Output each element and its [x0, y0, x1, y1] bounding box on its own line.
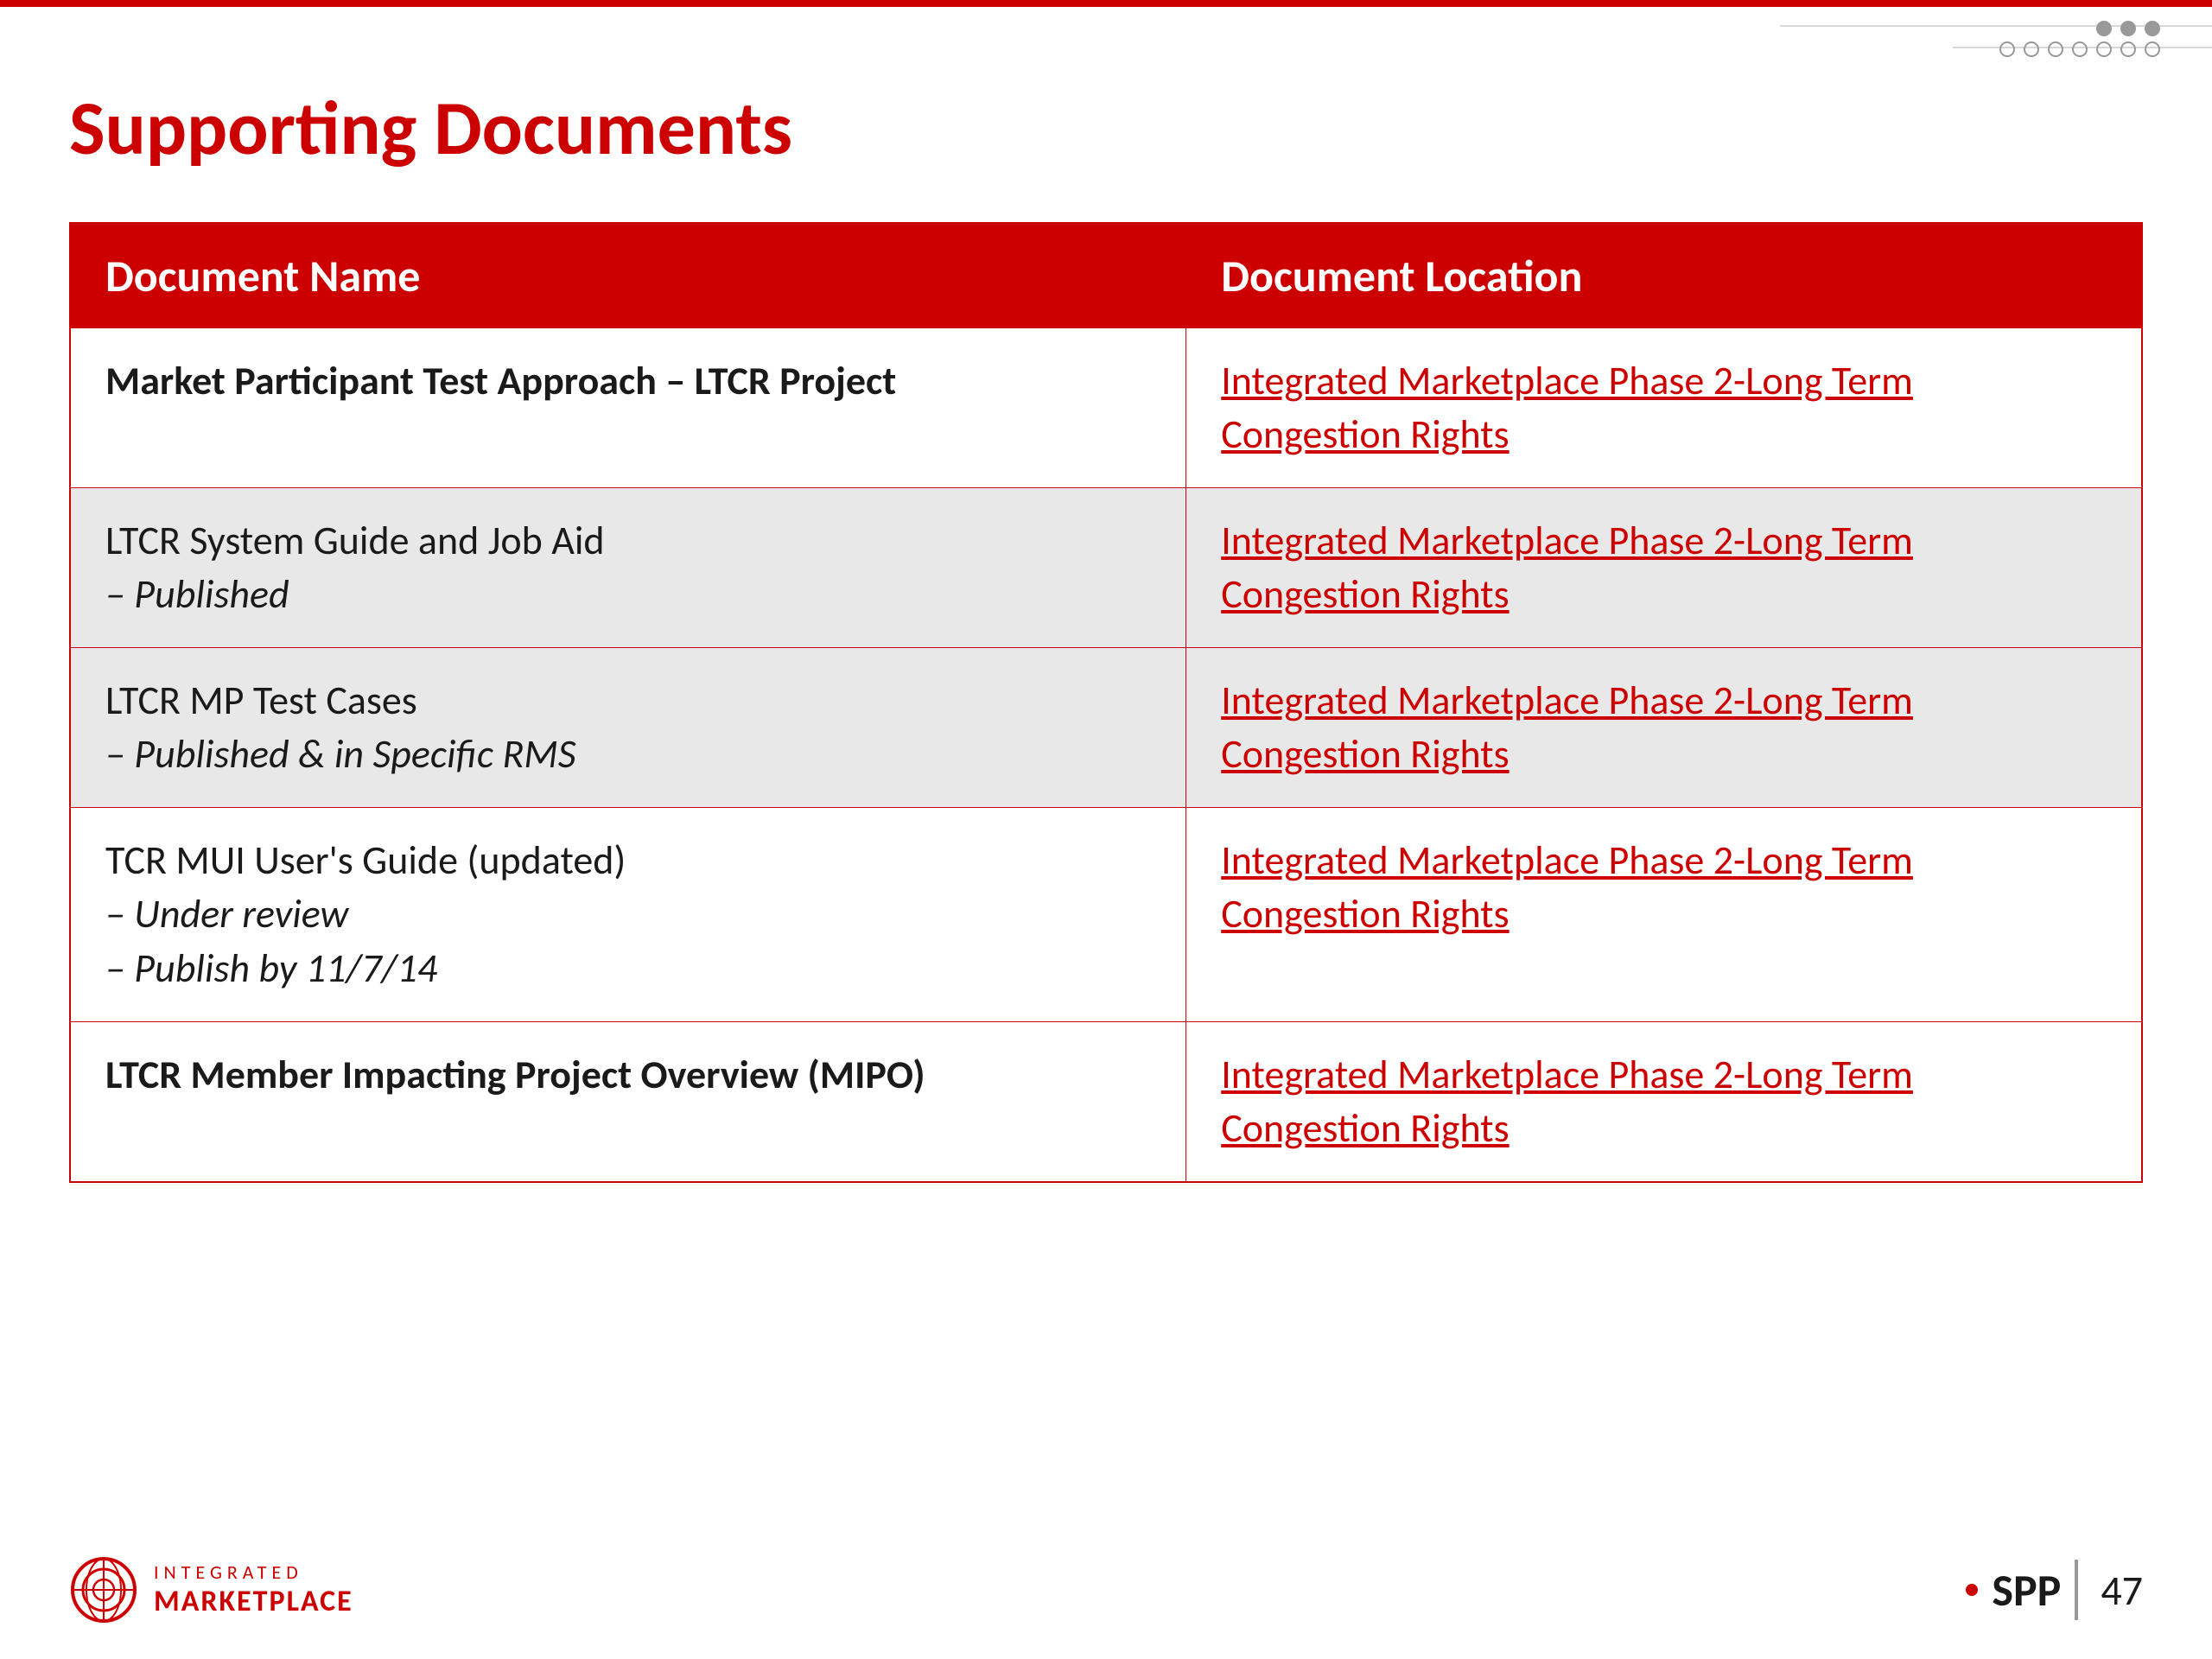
doc-location-cell[interactable]: Integrated Marketplace Phase 2-Long Term… [1186, 327, 2142, 487]
nav-dot [2120, 41, 2136, 57]
main-content: Supporting Documents Document Name Docum… [69, 86, 2143, 1486]
doc-name-text: LTCR Member Impacting Project Overview (… [105, 1048, 1151, 1102]
nav-dot [2048, 41, 2063, 57]
doc-link[interactable]: Integrated Marketplace Phase 2-Long Term… [1221, 674, 2107, 781]
nav-dots-row1 [2096, 21, 2160, 36]
doc-name-cell: TCR MUI User's Guide (updated)– Under re… [70, 808, 1186, 1021]
nav-dot [2096, 41, 2112, 57]
table-row: LTCR System Guide and Job Aid– Published… [70, 487, 2142, 647]
nav-dots-container [1999, 21, 2160, 57]
integrated-marketplace-icon [69, 1555, 138, 1624]
doc-name-cell: LTCR MP Test Cases– Published & in Speci… [70, 648, 1186, 808]
table-row: TCR MUI User's Guide (updated)– Under re… [70, 808, 2142, 1021]
col-header-doc-location: Document Location [1186, 223, 2142, 328]
doc-link[interactable]: Integrated Marketplace Phase 2-Long Term… [1221, 514, 2107, 621]
col-header-doc-name: Document Name [70, 223, 1186, 328]
nav-dot [1999, 41, 2015, 57]
doc-name-text: LTCR MP Test Cases– Published & in Speci… [105, 674, 1151, 781]
doc-link[interactable]: Integrated Marketplace Phase 2-Long Term… [1221, 354, 2107, 461]
im-logo-bottom-text: MARKETPLACE [154, 1584, 353, 1619]
table-header-row: Document Name Document Location [70, 223, 2142, 328]
nav-dot [2145, 41, 2160, 57]
nav-dot [2145, 21, 2160, 36]
table-row: LTCR MP Test Cases– Published & in Speci… [70, 648, 2142, 808]
nav-dots-row2 [1999, 41, 2160, 57]
doc-name-cell: LTCR System Guide and Job Aid– Published [70, 487, 1186, 647]
im-logo: INTEGRATED MARKETPLACE [69, 1555, 353, 1624]
doc-location-cell[interactable]: Integrated Marketplace Phase 2-Long Term… [1186, 808, 2142, 1021]
nav-dot [2096, 21, 2112, 36]
doc-name-cell: Market Participant Test Approach – LTCR … [70, 327, 1186, 487]
page-number: 47 [2101, 1565, 2143, 1616]
doc-location-cell[interactable]: Integrated Marketplace Phase 2-Long Term… [1186, 1021, 2142, 1182]
doc-location-cell[interactable]: Integrated Marketplace Phase 2-Long Term… [1186, 487, 2142, 647]
im-logo-top-text: INTEGRATED [154, 1560, 353, 1584]
doc-link[interactable]: Integrated Marketplace Phase 2-Long Term… [1221, 834, 2107, 941]
doc-name-text: Market Participant Test Approach – LTCR … [105, 354, 1151, 408]
nav-dot [2120, 21, 2136, 36]
spp-label: SPP [1992, 1562, 2061, 1618]
im-logo-text: INTEGRATED MARKETPLACE [154, 1560, 353, 1619]
spp-divider [2075, 1560, 2078, 1620]
nav-dot [2072, 41, 2088, 57]
spp-dot-icon [1966, 1584, 1978, 1596]
doc-location-cell[interactable]: Integrated Marketplace Phase 2-Long Term… [1186, 648, 2142, 808]
spp-logo-area: SPP 47 [1966, 1560, 2143, 1620]
footer: INTEGRATED MARKETPLACE SPP 47 [69, 1555, 2143, 1624]
table-row: Market Participant Test Approach – LTCR … [70, 327, 2142, 487]
table-row: LTCR Member Impacting Project Overview (… [70, 1021, 2142, 1182]
doc-name-text: LTCR System Guide and Job Aid– Published [105, 514, 1151, 621]
doc-link[interactable]: Integrated Marketplace Phase 2-Long Term… [1221, 1048, 2107, 1155]
page-title: Supporting Documents [69, 86, 2143, 170]
doc-name-text: TCR MUI User's Guide (updated)– Under re… [105, 834, 1151, 995]
documents-table: Document Name Document Location Market P… [69, 222, 2143, 1183]
nav-dot [2024, 41, 2039, 57]
doc-name-cell: LTCR Member Impacting Project Overview (… [70, 1021, 1186, 1182]
